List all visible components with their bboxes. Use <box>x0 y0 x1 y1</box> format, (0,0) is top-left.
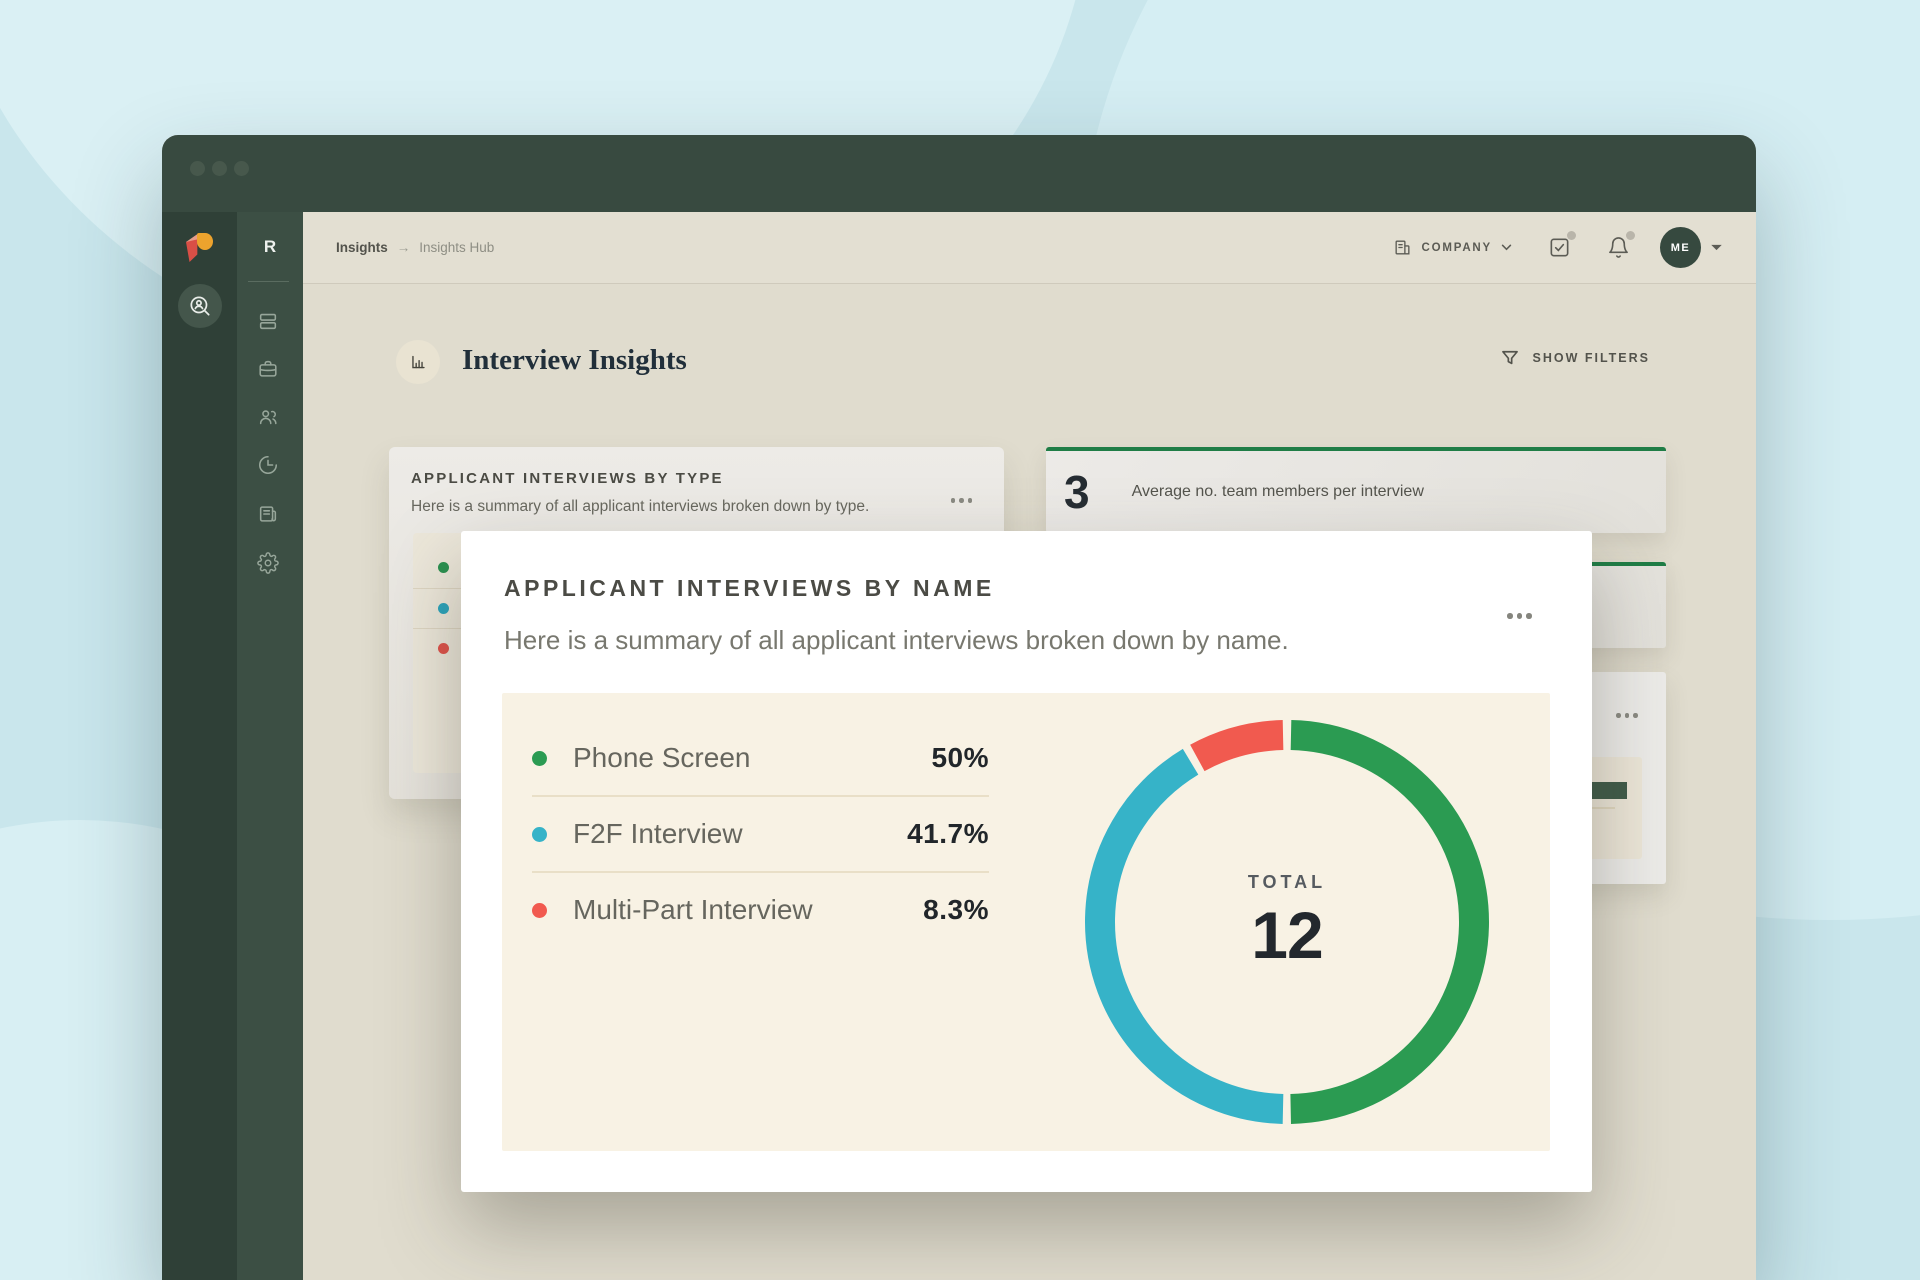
company-switcher[interactable]: COMPANY <box>1393 238 1512 257</box>
legend-dot-green <box>438 562 449 573</box>
pie-chart-icon <box>257 454 279 476</box>
nav-rail: R <box>237 212 303 1280</box>
company-icon <box>1393 238 1412 257</box>
topbar-actions: COMPANY <box>1393 212 1722 283</box>
traffic-light-minimize[interactable] <box>212 161 227 176</box>
legend-value: 50% <box>931 742 989 774</box>
person-search-icon <box>187 293 213 319</box>
notification-dot <box>1626 231 1635 240</box>
legend-dot-teal <box>438 603 449 614</box>
notifications-button[interactable] <box>1607 236 1630 259</box>
card-subtitle: Here is a summary of all applicant inter… <box>411 498 869 516</box>
traffic-light-close[interactable] <box>190 161 205 176</box>
traffic-light-zoom[interactable] <box>234 161 249 176</box>
legend-dot-green <box>532 751 547 766</box>
breadcrumb-insights[interactable]: Insights <box>336 240 388 255</box>
bar-chart-icon <box>407 351 429 373</box>
legend-dot-red <box>438 643 449 654</box>
legend-row: F2F Interview 41.7% <box>532 795 989 871</box>
people-icon <box>257 406 279 428</box>
stat-card-avg-team-members: 3 Average no. team members per interview <box>1046 447 1666 533</box>
stat-label: Average no. team members per interview <box>1132 483 1424 501</box>
donut-chart: TOTAL 12 <box>1077 712 1497 1132</box>
tasks-button[interactable] <box>1548 236 1571 259</box>
sidebar-item-jobs[interactable] <box>257 358 279 380</box>
sidebar-item-people[interactable] <box>257 406 279 428</box>
total-label: TOTAL <box>1248 872 1326 893</box>
sidebar-item-reports[interactable] <box>257 503 279 525</box>
breadcrumb-bar: Insights → Insights Hub COMPANY <box>303 212 1756 284</box>
browser-window: R <box>162 135 1756 1280</box>
card-subtitle: Here is a summary of all applicant inter… <box>504 625 1289 656</box>
legend-row: Phone Screen 50% <box>532 721 989 795</box>
show-filters-label: SHOW FILTERS <box>1532 351 1650 365</box>
window-titlebar <box>162 135 1756 212</box>
card-menu-button[interactable] <box>1507 613 1532 619</box>
avatar: ME <box>1660 227 1701 268</box>
gear-icon <box>257 552 279 574</box>
pinpoint-logo <box>186 233 213 262</box>
stat-value: 3 <box>1064 465 1090 519</box>
show-filters-button[interactable]: SHOW FILTERS <box>1500 348 1650 368</box>
chevron-down-icon <box>1711 244 1722 251</box>
breadcrumb: Insights → Insights Hub <box>336 212 494 283</box>
card-title: APPLICANT INTERVIEWS BY NAME <box>504 575 995 602</box>
legend-row: Multi-Part Interview 8.3% <box>532 871 989 947</box>
bell-icon <box>1607 236 1630 259</box>
legend-label: Multi-Part Interview <box>573 894 813 926</box>
sidebar-item-insights[interactable] <box>257 454 279 476</box>
legend-value: 8.3% <box>923 894 989 926</box>
candidate-search-button[interactable] <box>178 284 222 328</box>
notification-dot <box>1567 231 1576 240</box>
report-icon <box>257 503 279 525</box>
app-rail <box>162 212 237 1280</box>
card-title: APPLICANT INTERVIEWS BY TYPE <box>411 470 724 487</box>
legend-label: Phone Screen <box>573 742 750 774</box>
briefcase-icon <box>257 358 279 380</box>
board-icon <box>257 310 279 332</box>
chart-panel: Phone Screen 50% F2F Interview 41.7% Mul… <box>502 693 1550 1151</box>
card-menu-button[interactable] <box>951 498 973 503</box>
donut-center: TOTAL 12 <box>1077 712 1497 1132</box>
chevron-down-icon <box>1501 244 1512 251</box>
page-icon-badge <box>396 340 440 384</box>
workspace-tab[interactable]: R <box>237 230 303 264</box>
breadcrumb-insights-hub: Insights Hub <box>419 240 494 255</box>
breadcrumb-arrow-icon: → <box>397 240 411 255</box>
legend-label: F2F Interview <box>573 818 743 850</box>
total-value: 12 <box>1251 897 1322 973</box>
logo-shape <box>197 233 213 250</box>
user-menu[interactable]: ME <box>1660 227 1722 268</box>
legend-value: 41.7% <box>907 818 989 850</box>
legend-dot-teal <box>532 827 547 842</box>
card-menu-button[interactable] <box>1616 713 1638 718</box>
company-label: COMPANY <box>1421 242 1492 254</box>
legend-dot-red <box>532 903 547 918</box>
sidebar-item-board[interactable] <box>257 310 279 332</box>
donut-legend: Phone Screen 50% F2F Interview 41.7% Mul… <box>532 721 989 947</box>
checkbox-icon <box>1548 236 1571 259</box>
desktop-background: R <box>0 0 1920 1280</box>
funnel-icon <box>1500 348 1520 368</box>
card-interviews-by-name: APPLICANT INTERVIEWS BY NAME Here is a s… <box>461 531 1592 1192</box>
sidebar-item-settings[interactable] <box>257 552 279 574</box>
page-title: Interview Insights <box>462 344 687 377</box>
divider <box>248 281 289 282</box>
